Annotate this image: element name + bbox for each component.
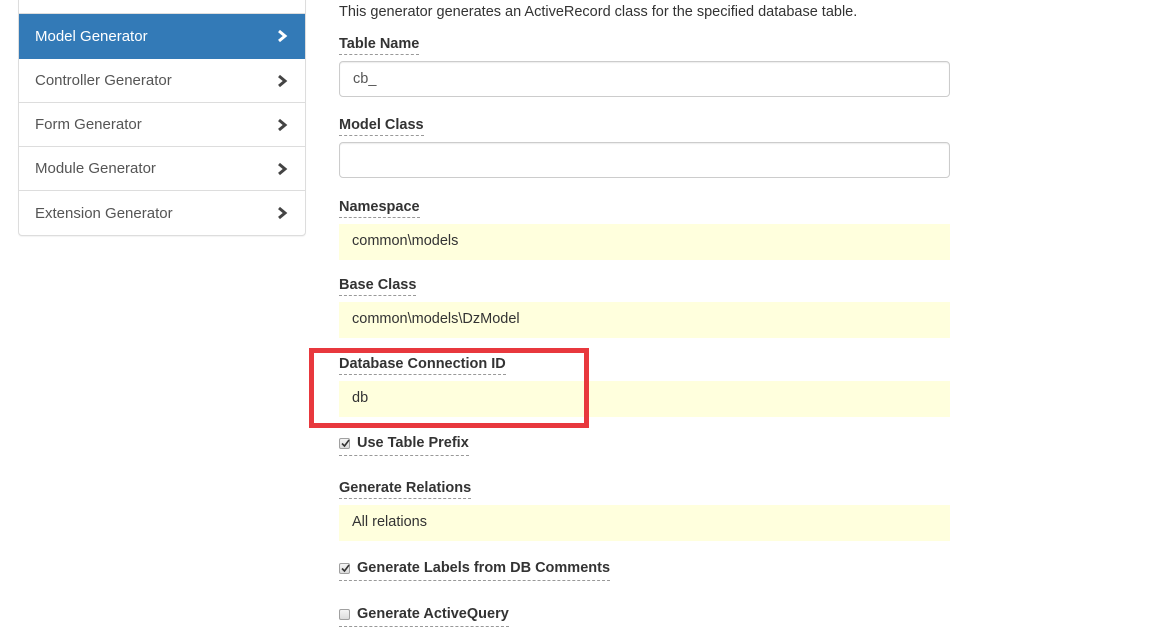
- model-class-input[interactable]: [339, 142, 950, 178]
- base-class-label[interactable]: Base Class: [339, 276, 417, 296]
- table-name-input[interactable]: cb_: [339, 61, 950, 97]
- use-table-prefix-checkbox[interactable]: [339, 437, 350, 449]
- generate-relations-select[interactable]: All relations: [339, 505, 950, 541]
- table-name-label[interactable]: Table Name: [339, 35, 420, 55]
- db-connection-label[interactable]: Database Connection ID: [339, 355, 506, 375]
- sidebar-item-label: Controller Generator: [35, 72, 172, 89]
- generator-sidebar: Model Generator Controller Generator For…: [18, 0, 306, 236]
- sidebar-item-label: Model Generator: [35, 27, 148, 45]
- chevron-right-icon: [275, 74, 289, 88]
- chevron-right-icon: [275, 162, 289, 176]
- model-class-label[interactable]: Model Class: [339, 116, 424, 136]
- sidebar-item-model-generator[interactable]: Model Generator: [19, 14, 305, 59]
- sidebar-top-item: [19, 0, 305, 14]
- labels-from-db-checkbox-row[interactable]: Generate Labels from DB Comments: [339, 559, 611, 581]
- generate-query-checkbox[interactable]: [339, 608, 350, 620]
- sidebar-item-label: Module Generator: [35, 160, 156, 177]
- generate-relations-label[interactable]: Generate Relations: [339, 479, 472, 499]
- use-table-prefix-checkbox-row[interactable]: Use Table Prefix: [339, 434, 469, 456]
- generator-description: This generator generates an ActiveRecord…: [339, 4, 858, 20]
- sidebar-item-controller-generator[interactable]: Controller Generator: [19, 59, 305, 103]
- base-class-input[interactable]: common\models\DzModel: [339, 302, 950, 338]
- sidebar-item-extension-generator[interactable]: Extension Generator: [19, 191, 305, 235]
- use-table-prefix-label[interactable]: Use Table Prefix: [357, 434, 469, 452]
- chevron-right-icon: [275, 206, 289, 220]
- generate-query-checkbox-row[interactable]: Generate ActiveQuery: [339, 605, 509, 627]
- label-underline: [339, 580, 611, 581]
- labels-from-db-label[interactable]: Generate Labels from DB Comments: [357, 559, 610, 577]
- sidebar-item-module-generator[interactable]: Module Generator: [19, 147, 305, 191]
- sidebar-item-label: Extension Generator: [35, 204, 173, 222]
- db-connection-input[interactable]: db: [339, 381, 950, 417]
- generate-query-label[interactable]: Generate ActiveQuery: [357, 605, 509, 623]
- labels-from-db-checkbox[interactable]: [339, 562, 350, 574]
- sidebar-item-label: Form Generator: [35, 116, 142, 133]
- namespace-input[interactable]: common\models: [339, 224, 950, 260]
- chevron-right-icon: [275, 29, 289, 43]
- chevron-right-icon: [275, 118, 289, 132]
- namespace-label[interactable]: Namespace: [339, 198, 420, 218]
- label-underline: [339, 455, 469, 456]
- sidebar-item-form-generator[interactable]: Form Generator: [19, 103, 305, 147]
